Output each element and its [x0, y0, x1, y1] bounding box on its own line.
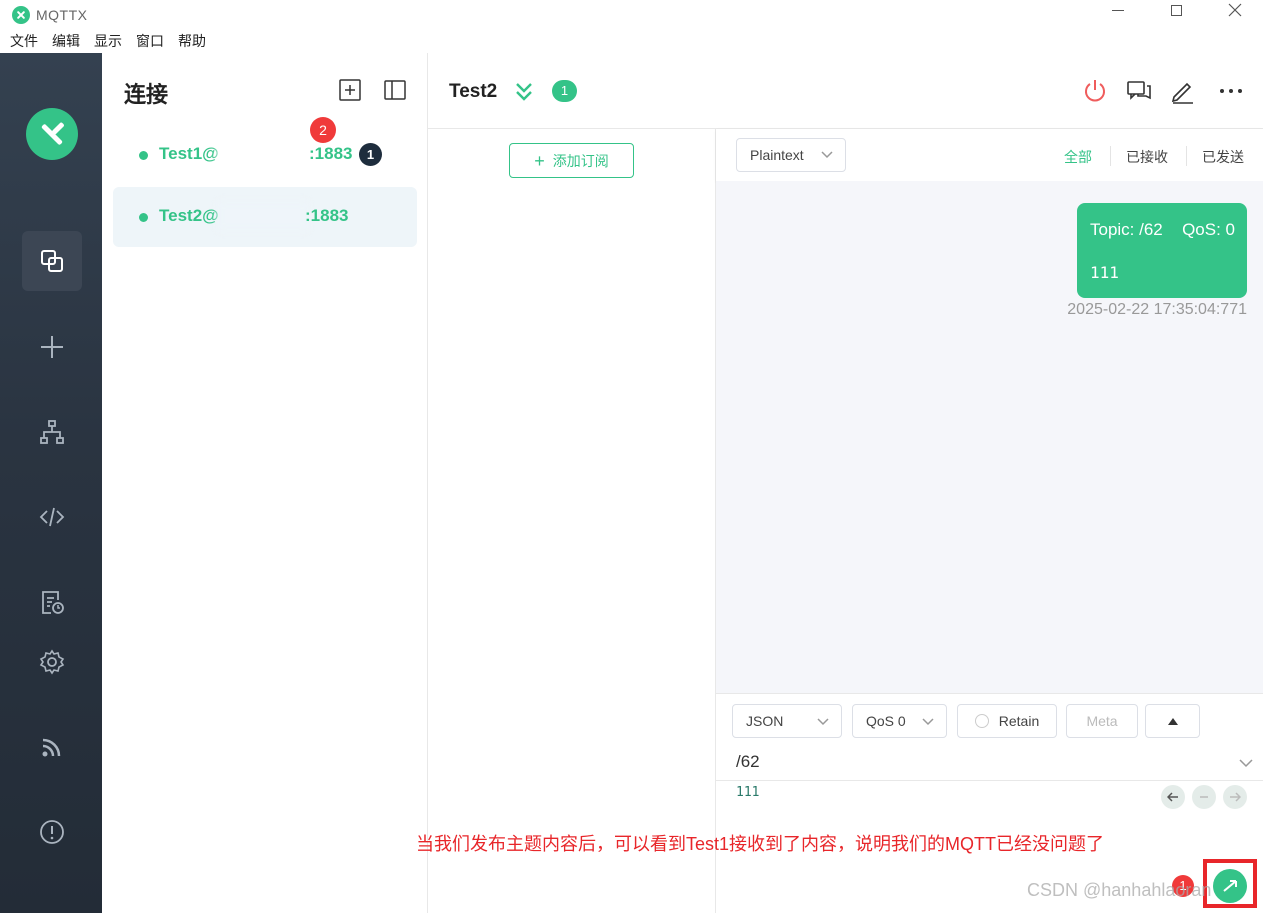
sent-message-bubble[interactable]: Topic: /62 QoS: 0 111 — [1077, 203, 1247, 298]
meta-button[interactable]: Meta — [1066, 704, 1138, 738]
topic-value: /62 — [736, 752, 760, 771]
connection-item-test1[interactable]: Test1@ :1883 1 2 — [113, 117, 417, 185]
filter-all[interactable]: 全部 — [1064, 147, 1092, 167]
filter-divider — [1110, 146, 1111, 166]
minus-icon — [1200, 796, 1208, 798]
connection-port: :1883 — [305, 206, 349, 225]
filter-divider — [1186, 146, 1187, 166]
mqttx-logo-icon — [12, 6, 30, 24]
new-connection-icon[interactable] — [339, 79, 361, 101]
message-list: Topic: /62 QoS: 0 111 2025-02-22 17:35:0… — [716, 181, 1263, 693]
menu-window[interactable]: 窗口 — [136, 31, 164, 51]
message-toolbar: Plaintext 全部 已接收 已发送 — [716, 129, 1263, 181]
topology-icon — [40, 420, 64, 444]
app-logo-icon — [26, 108, 78, 160]
script-icon — [39, 507, 65, 527]
annotation-badge-2: 2 — [310, 117, 336, 143]
qos-select[interactable]: QoS 0 — [852, 704, 947, 738]
menu-bar: 文件 编辑 显示 窗口 帮助 — [0, 30, 1263, 52]
message-payload: 111 — [1090, 263, 1119, 282]
connection-name-prefix: Test2@ — [159, 206, 219, 225]
chevron-down-icon — [821, 151, 833, 159]
nav-script[interactable] — [22, 487, 82, 547]
payload-format-select[interactable]: Plaintext — [736, 138, 846, 172]
connection-port: :1883 — [309, 144, 353, 163]
close-window-button[interactable] — [1215, 0, 1255, 20]
subscription-count-badge: 1 — [552, 80, 577, 102]
nav-new-connection[interactable] — [22, 317, 82, 377]
history-prev-button[interactable] — [1161, 785, 1185, 809]
left-nav — [0, 53, 102, 913]
annotation-text: 当我们发布主题内容后，可以看到Test1接收到了内容，说明我们的MQTT已经没问… — [416, 834, 1105, 854]
nav-log[interactable] — [22, 572, 82, 632]
connection-name-prefix: Test1@ — [159, 144, 219, 163]
log-icon — [42, 591, 64, 614]
menu-view[interactable]: 显示 — [94, 31, 122, 51]
arrow-right-icon — [1230, 792, 1241, 802]
subscriptions-column: + 添加订阅 — [428, 129, 716, 913]
double-chevron-down-icon[interactable] — [514, 81, 534, 103]
feed-icon — [42, 738, 61, 757]
history-clear-button[interactable] — [1192, 785, 1216, 809]
nav-feed[interactable] — [22, 717, 82, 777]
watermark: CSDN @hanhahlaoran — [1027, 880, 1212, 900]
redacted-host — [217, 201, 309, 231]
chevron-down-icon[interactable] — [1239, 756, 1253, 770]
message-timestamp: 2025-02-22 17:35:04:771 — [1067, 301, 1247, 318]
message-topic: Topic: /62 — [1090, 220, 1163, 239]
connected-status-dot — [139, 151, 148, 160]
minimize-button[interactable] — [1098, 0, 1138, 20]
collapse-composer-button[interactable] — [1145, 704, 1200, 738]
edit-icon[interactable] — [1169, 77, 1197, 105]
meta-label: Meta — [1086, 713, 1118, 729]
mqttx-window: MQTTX 文件 编辑 显示 窗口 帮助 连接 Test1@:1883 1 2… — [0, 0, 1263, 913]
plus-icon — [41, 336, 63, 358]
connection-header: Test2 1 — [428, 53, 1263, 129]
connection-item-test2[interactable]: Test2@ :1883 — [113, 187, 417, 247]
nav-about[interactable] — [22, 802, 82, 862]
connections-panel: 连接 Test1@ :1883 1 2 Test2@ :1883 — [102, 53, 428, 913]
nav-connections[interactable] — [22, 231, 82, 291]
filter-sent[interactable]: 已发送 — [1202, 147, 1244, 167]
menu-help[interactable]: 帮助 — [178, 31, 206, 51]
publish-format-select[interactable]: JSON — [732, 704, 842, 738]
more-icon[interactable] — [1217, 77, 1245, 105]
maximize-button[interactable] — [1156, 0, 1196, 20]
add-subscription-button[interactable]: + 添加订阅 — [509, 143, 634, 178]
menu-file[interactable]: 文件 — [10, 31, 38, 51]
message-qos: QoS: 0 — [1182, 220, 1235, 239]
disconnect-power-icon[interactable] — [1081, 77, 1109, 105]
history-next-button[interactable] — [1223, 785, 1247, 809]
caret-up-icon — [1167, 718, 1178, 725]
info-icon — [40, 820, 64, 844]
redacted-host — [217, 139, 309, 169]
add-subscription-label: 添加订阅 — [552, 152, 609, 169]
chat-icon[interactable] — [1125, 77, 1153, 105]
payload-format-value: Plaintext — [750, 147, 804, 163]
retain-label: Retain — [998, 713, 1040, 729]
retain-toggle[interactable]: Retain — [957, 704, 1057, 738]
chevron-down-icon — [817, 718, 829, 726]
title-bar: MQTTX — [0, 0, 1263, 30]
publish-format-value: JSON — [746, 713, 784, 729]
nav-topology[interactable] — [22, 402, 82, 462]
settings-icon — [39, 649, 65, 675]
connection-title: Test2 — [449, 81, 498, 102]
topic-input[interactable]: /62 — [716, 744, 1263, 781]
filter-received[interactable]: 已接收 — [1126, 147, 1168, 167]
window-title: MQTTX — [36, 7, 88, 23]
connected-status-dot — [139, 213, 148, 222]
payload-editor[interactable]: 111 — [736, 785, 759, 800]
arrow-left-icon — [1167, 792, 1178, 802]
plus-icon: + — [534, 150, 545, 171]
toggle-sidebar-icon[interactable] — [384, 79, 406, 101]
qos-value: QoS 0 — [866, 713, 906, 729]
connections-icon — [41, 250, 63, 272]
retain-radio[interactable] — [974, 714, 989, 728]
connections-heading: 连接 — [124, 82, 169, 107]
nav-settings[interactable] — [22, 632, 82, 692]
unread-count-badge: 1 — [359, 143, 382, 166]
chevron-down-icon — [922, 718, 934, 726]
menu-edit[interactable]: 编辑 — [52, 31, 80, 51]
